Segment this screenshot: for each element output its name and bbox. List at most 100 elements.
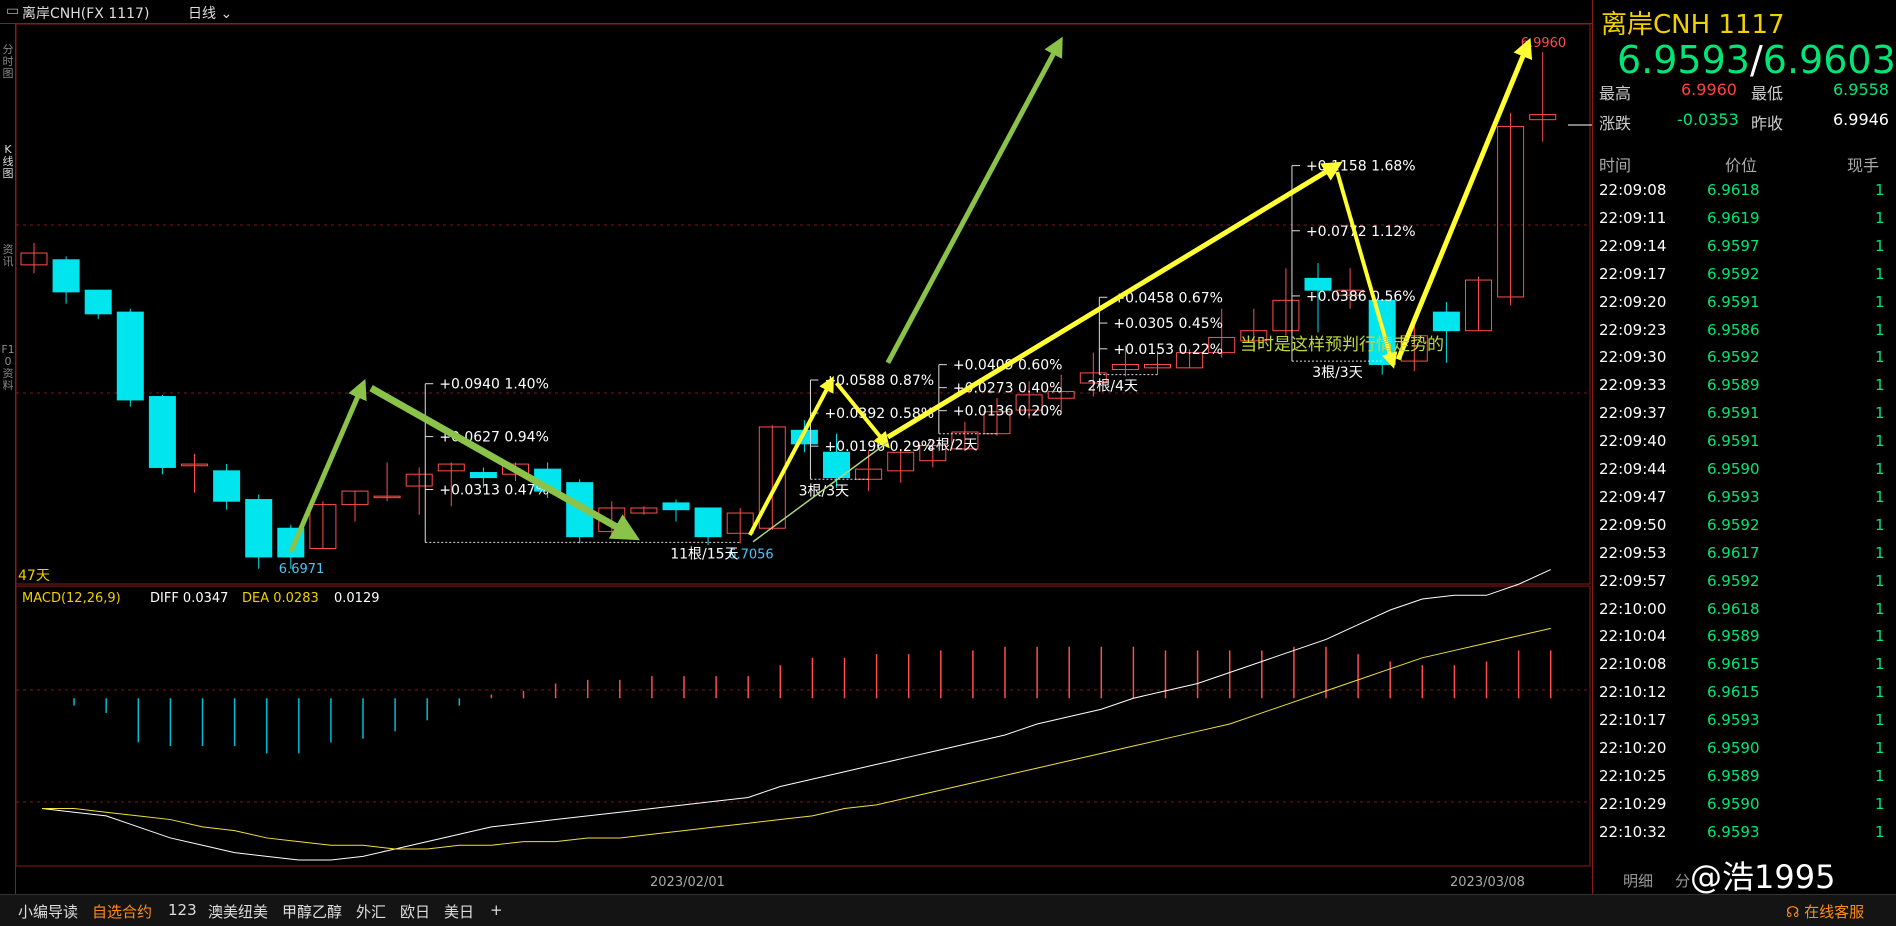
tab-usd-jpy[interactable]: 美日: [444, 901, 474, 922]
tab-aud-nzd[interactable]: 澳美纽美: [208, 901, 268, 922]
tick-time: 22:09:23: [1599, 320, 1667, 339]
kline-chart[interactable]: 6.69716.70566.9960+0.0940 1.40%+0.0627 0…: [0, 0, 1592, 894]
dea-line: [42, 627, 1551, 850]
tick-price: 6.9593: [1707, 487, 1760, 506]
side-tab-timeshare[interactable]: 分时图: [1, 44, 15, 80]
candle-body: [84, 289, 112, 315]
tick-price: 6.9619: [1707, 208, 1760, 227]
period-selector[interactable]: 日线 ⌄: [188, 3, 232, 23]
tick-row: 22:10:32 6.9593 1: [1593, 820, 1896, 848]
measure-label: +0.0313 0.47%: [439, 483, 549, 499]
candle-body: [1432, 311, 1460, 332]
low-value: 6.9558: [1833, 80, 1889, 99]
tick-time: 22:10:25: [1599, 766, 1667, 785]
bid-price: 6.9593: [1617, 38, 1750, 82]
tick-row: 22:09:14 6.9597 1: [1593, 234, 1896, 262]
tick-volume: 1: [1875, 487, 1885, 506]
tick-price: 6.9592: [1707, 571, 1760, 590]
tick-time: 22:09:50: [1599, 515, 1667, 534]
tick-volume: 1: [1875, 571, 1885, 590]
macd-value: 0.0129: [334, 591, 380, 606]
tick-price: 6.9591: [1707, 292, 1760, 311]
tick-time: 22:10:17: [1599, 711, 1667, 730]
tick-row: 22:10:29 6.9590 1: [1593, 792, 1896, 820]
tick-volume: 1: [1875, 460, 1885, 478]
candle-body: [469, 472, 497, 479]
candle-body: [148, 396, 176, 468]
measure-label: +0.0305 0.45%: [1113, 316, 1223, 332]
tick-time: 22:09:44: [1599, 460, 1667, 478]
tick-volume: 1: [1875, 766, 1885, 785]
customer-service-link[interactable]: ☊ 在线客服: [1786, 901, 1864, 922]
tick-row: 22:09:37 6.9591 1: [1593, 401, 1896, 429]
tab-watchlist[interactable]: 自选合约: [92, 901, 152, 926]
green-arrow: [369, 385, 641, 541]
yellow-arrow: [886, 161, 1343, 440]
tab-detail[interactable]: 明细: [1623, 870, 1653, 891]
watermark: @浩1995: [1690, 858, 1836, 896]
tick-time: 22:09:11: [1599, 208, 1667, 227]
tick-row: 22:10:25 6.9589 1: [1593, 764, 1896, 792]
tick-price: 6.9592: [1707, 264, 1760, 283]
tick-row: 22:09:47 6.9593 1: [1593, 485, 1896, 513]
tick-row: 22:09:44 6.9590 1: [1593, 457, 1896, 485]
tab-methanol[interactable]: 甲醇乙醇: [282, 901, 342, 922]
tab-minute[interactable]: 分: [1675, 870, 1690, 891]
tick-row: 22:09:53 6.9617 1: [1593, 541, 1896, 569]
tab-forex[interactable]: 外汇: [356, 901, 386, 922]
tick-price: 6.9618: [1707, 181, 1760, 199]
tick-volume: 1: [1875, 655, 1885, 674]
tick-row: 22:09:57 6.9592 1: [1593, 569, 1896, 597]
tick-volume: 1: [1875, 376, 1885, 395]
macd-label: MACD(12,26,9): [22, 591, 121, 606]
tick-row: 22:09:40 6.9591 1: [1593, 429, 1896, 457]
tick-time: 22:09:53: [1599, 543, 1667, 562]
col-time: 时间: [1599, 156, 1632, 175]
measure-label: +0.0772 1.12%: [1306, 224, 1416, 240]
tick-price: 6.9589: [1707, 766, 1760, 785]
quote-panel: 离岸CNH 1117 6.9593/6.9603 最高 6.9960 最低 6.…: [1592, 0, 1896, 894]
tab-eur-jpy[interactable]: 欧日: [400, 901, 430, 922]
price-extreme-label: 6.6971: [279, 562, 325, 577]
prev-close-value: 6.9946: [1833, 110, 1889, 129]
tick-price: 6.9592: [1707, 515, 1760, 534]
tick-row: 22:09:11 6.9619 1: [1593, 206, 1896, 234]
tick-price: 6.9591: [1707, 404, 1760, 423]
symbol-title[interactable]: 离岸CNH(FX 1117): [22, 3, 149, 23]
price-separator: /: [1749, 38, 1763, 82]
tick-volume: 1: [1875, 181, 1885, 199]
yellow-arrow: [1395, 37, 1533, 361]
tick-price: 6.9591: [1707, 432, 1760, 451]
tick-price: 6.9589: [1707, 627, 1760, 646]
low-label: 最低: [1751, 84, 1784, 103]
tab-123[interactable]: 123: [168, 901, 197, 919]
tick-time: 22:09:30: [1599, 348, 1667, 367]
tick-time: 22:09:47: [1599, 487, 1667, 506]
side-tab-news[interactable]: 资讯: [1, 244, 15, 268]
yellow-arrow: [1335, 171, 1398, 369]
tick-time: 22:09:14: [1599, 236, 1667, 255]
tick-time: 22:10:29: [1599, 794, 1667, 813]
high-value: 6.9960: [1681, 80, 1737, 99]
candle-body: [662, 502, 690, 511]
tick-volume: 1: [1875, 739, 1885, 757]
side-tab-f10[interactable]: F10资料: [1, 344, 15, 392]
candle-body: [694, 507, 722, 538]
tick-row: 22:09:30 6.9592 1: [1593, 345, 1896, 373]
headset-icon: ☊: [1786, 903, 1805, 921]
measure-span-label: 2根/4天: [1088, 379, 1139, 395]
period-label: 日线: [188, 6, 216, 22]
tick-row: 22:10:08 6.9615 1: [1593, 652, 1896, 680]
macd-pane-frame: [15, 585, 1591, 867]
tick-volume: 1: [1875, 822, 1885, 841]
tab-editor-guide[interactable]: 小编导读: [18, 901, 78, 922]
dea-value: DEA 0.0283: [242, 591, 319, 606]
tick-time: 22:10:08: [1599, 655, 1667, 674]
candle-body: [245, 499, 273, 558]
col-price: 价位: [1725, 156, 1758, 175]
tick-row: 22:10:04 6.9589 1: [1593, 624, 1896, 652]
side-tab-kline[interactable]: K线图: [1, 144, 15, 180]
tick-volume: 1: [1875, 599, 1885, 618]
add-tab-button[interactable]: +: [490, 901, 503, 919]
tick-volume: 1: [1875, 404, 1885, 423]
